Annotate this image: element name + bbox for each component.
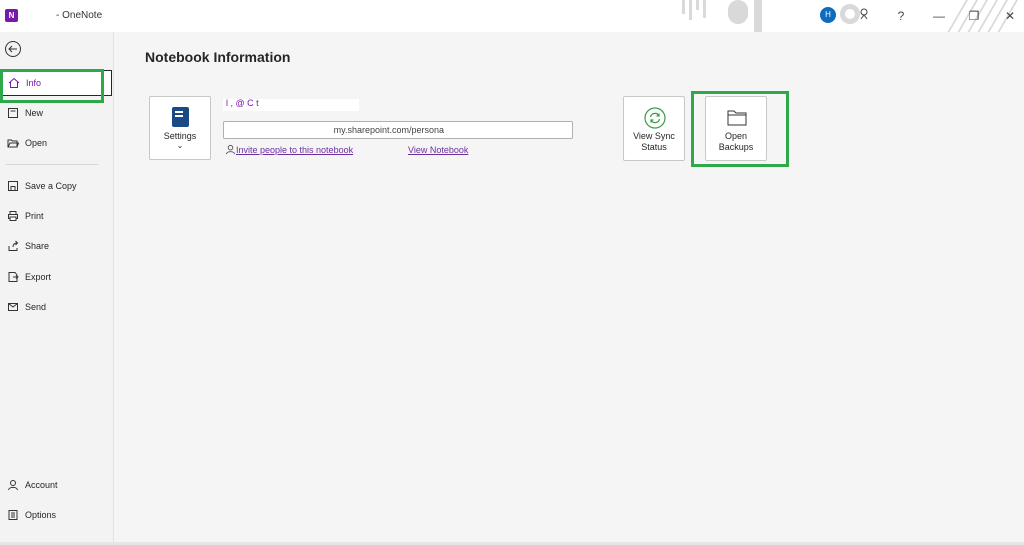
sidebar-item-share[interactable]: Share [0, 233, 112, 259]
sidebar-item-label: Account [25, 480, 58, 490]
folder-open-icon [7, 139, 19, 148]
open-backups-highlight [691, 91, 789, 167]
sidebar-item-label: Export [25, 272, 52, 282]
sidebar-item-new[interactable]: New [0, 100, 112, 126]
onenote-logo-icon: N [5, 9, 18, 22]
sync-label: View Sync Status [624, 131, 684, 153]
export-icon [8, 272, 19, 282]
sync-label-line2: Status [641, 142, 667, 152]
document-name-redacted [24, 6, 54, 24]
backstage-sidebar: Info New Open Save a Copy Print Share Ex… [0, 32, 114, 545]
sidebar-item-save-a-copy[interactable]: Save a Copy [0, 173, 112, 199]
help-icon[interactable]: ? [892, 7, 910, 25]
sync-icon [644, 107, 666, 129]
title-bar: N - OneNote H ? — ❐ ✕ [0, 0, 1024, 32]
settings-button[interactable]: Settings ⌄ [149, 96, 211, 160]
person-icon [8, 480, 18, 491]
sidebar-item-label: Open [25, 138, 48, 148]
sidebar-item-label: Print [25, 211, 44, 221]
invite-people-link[interactable]: Invite people to this notebook [236, 145, 353, 155]
feedback-icon[interactable] [856, 7, 874, 25]
sidebar-item-label: New [25, 108, 44, 118]
sidebar-item-label: Options [25, 510, 57, 520]
share-icon [8, 240, 19, 251]
restore-button[interactable]: ❐ [965, 7, 983, 25]
sidebar-item-options[interactable]: Options [0, 502, 112, 528]
notebook-name: l , @ C t [226, 98, 259, 108]
new-page-icon [8, 108, 18, 118]
sidebar-item-send[interactable]: Send [0, 294, 112, 320]
user-avatar[interactable]: H [820, 7, 836, 23]
view-notebook-link[interactable]: View Notebook [408, 145, 468, 155]
info-panel: Notebook Information Settings ⌄ l , @ C … [115, 32, 1024, 542]
save-copy-icon [8, 181, 18, 191]
sidebar-divider [6, 164, 98, 165]
page-title: Notebook Information [145, 49, 291, 65]
sidebar-item-label: Send [25, 302, 47, 312]
sidebar-item-account[interactable]: Account [0, 472, 112, 498]
sidebar-item-label: Share [25, 241, 50, 251]
window-title: - OneNote [56, 10, 103, 21]
minimize-button[interactable]: — [930, 7, 948, 25]
sidebar-item-info[interactable]: Info [0, 69, 112, 103]
options-icon [8, 510, 18, 520]
notebook-url-field[interactable]: my.sharepoint.com/persona [223, 121, 573, 139]
sidebar-item-label: Save a Copy [25, 181, 77, 191]
send-icon [8, 303, 18, 311]
sidebar-item-open[interactable]: Open [0, 130, 112, 156]
invite-person-icon [225, 144, 236, 155]
print-icon [8, 211, 18, 221]
sidebar-item-print[interactable]: Print [0, 203, 112, 229]
view-sync-status-button[interactable]: View Sync Status [623, 96, 685, 161]
chevron-down-icon: ⌄ [176, 141, 184, 150]
sync-label-line1: View Sync [633, 131, 675, 141]
settings-label: Settings [163, 131, 197, 141]
close-button[interactable]: ✕ [1001, 7, 1019, 25]
sidebar-item-label: Info [26, 78, 42, 88]
home-icon [8, 77, 20, 88]
back-arrow-icon[interactable] [4, 40, 22, 58]
sidebar-item-export[interactable]: Export [0, 264, 112, 290]
notebook-icon [172, 107, 189, 127]
